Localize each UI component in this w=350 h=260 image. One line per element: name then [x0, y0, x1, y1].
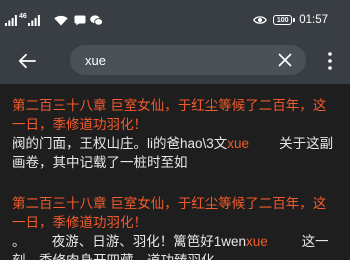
- excerpt-text: 阀的门面，王权山庄。li的爸hao\3文: [12, 136, 228, 151]
- battery-level: 100: [276, 16, 289, 24]
- message-icon: [74, 15, 86, 25]
- close-stroke: [278, 53, 292, 67]
- signal-icon: [5, 14, 17, 26]
- signal-bars: [27, 14, 40, 26]
- search-match-highlight: xue: [246, 234, 268, 249]
- excerpt-text: 关于这副: [249, 136, 334, 151]
- status-icons-left: 46: [5, 13, 103, 27]
- eye-pupil: [258, 18, 263, 22]
- arrow-stroke: [18, 53, 36, 69]
- screen: 46 100 01:57 xue 第二百三十八章 巨室女仙，于红尘等候了二百年，…: [0, 0, 350, 260]
- excerpt-text: 。 夜游、日游、羽化！篱笆好1wen: [12, 234, 247, 249]
- status-clock: 01:57: [299, 14, 328, 26]
- result-title-line: 一日，季修道功羽化！: [12, 117, 147, 132]
- close-icon[interactable]: [278, 53, 292, 67]
- menu-dot: [328, 66, 332, 70]
- result-title-line: 一日，季修道功羽化！: [12, 215, 147, 230]
- network-type-label: 46: [19, 13, 27, 20]
- back-button[interactable]: [15, 50, 39, 72]
- battery-icon: 100: [273, 15, 295, 25]
- result-excerpt: 阀的门面，王权山庄。li的爸hao\3文xue 关于这副 画卷，其中记载了一桩时…: [12, 134, 340, 172]
- signal-bars: [5, 14, 17, 26]
- result-excerpt-line: 刻，季修肉身开四藏，道功臻羽化: [12, 251, 340, 260]
- wifi-wedge: [54, 15, 68, 25]
- search-match-highlight: xue: [227, 136, 250, 151]
- search-result-item[interactable]: 第二百三十八章 巨室女仙，于红尘等候了二百年，这 一日，季修道功羽化！ 。 夜游…: [0, 184, 350, 260]
- wifi-icon: [54, 15, 68, 25]
- more-vertical-icon[interactable]: [328, 52, 332, 70]
- result-chapter-title: 第二百三十八章 巨室女仙，于红尘等候了二百年，这 一日，季修道功羽化！: [12, 194, 340, 232]
- signal-icon: [27, 14, 40, 26]
- search-box[interactable]: [70, 45, 306, 75]
- result-excerpt: 。 夜游、日游、羽化！篱笆好1wenxue 这一 刻，季修肉身开四藏，道功臻羽化: [12, 232, 340, 260]
- more-options-button[interactable]: [324, 50, 336, 72]
- search-input[interactable]: [85, 45, 265, 75]
- arrow-left-icon[interactable]: [18, 53, 36, 69]
- menu-dot: [328, 59, 332, 63]
- eye-icon: [253, 16, 268, 24]
- status-bar: 46 100 01:57: [0, 0, 350, 38]
- result-excerpt-line: 。 夜游、日游、羽化！篱笆好1wenxue 这一: [12, 232, 340, 251]
- chat-app-icon: [89, 14, 103, 26]
- search-results-list: 第二百三十八章 巨室女仙，于红尘等候了二百年，这 一日，季修道功羽化！ 阀的门面…: [0, 84, 350, 260]
- chat-bubble-front: [93, 17, 103, 26]
- menu-dot: [328, 52, 332, 56]
- result-title-line: 第二百三十八章 巨室女仙，于红尘等候了二百年，这: [12, 196, 327, 211]
- search-toolbar: [0, 38, 350, 84]
- message-bubble: [74, 15, 86, 25]
- result-excerpt-line: 阀的门面，王权山庄。li的爸hao\3文xue 关于这副: [12, 134, 340, 153]
- result-chapter-title: 第二百三十八章 巨室女仙，于红尘等候了二百年，这 一日，季修道功羽化！: [12, 96, 340, 134]
- result-title-line: 第二百三十八章 巨室女仙，于红尘等候了二百年，这: [12, 98, 327, 113]
- excerpt-text: 这一: [267, 234, 329, 249]
- search-result-item[interactable]: 第二百三十八章 巨室女仙，于红尘等候了二百年，这 一日，季修道功羽化！ 阀的门面…: [0, 84, 350, 184]
- result-excerpt-line: 画卷，其中记载了一桩时至如: [12, 155, 188, 170]
- clear-search-button[interactable]: [277, 52, 293, 68]
- app-bar: 46 100 01:57: [0, 0, 350, 84]
- status-icons-right: 100 01:57: [253, 13, 328, 27]
